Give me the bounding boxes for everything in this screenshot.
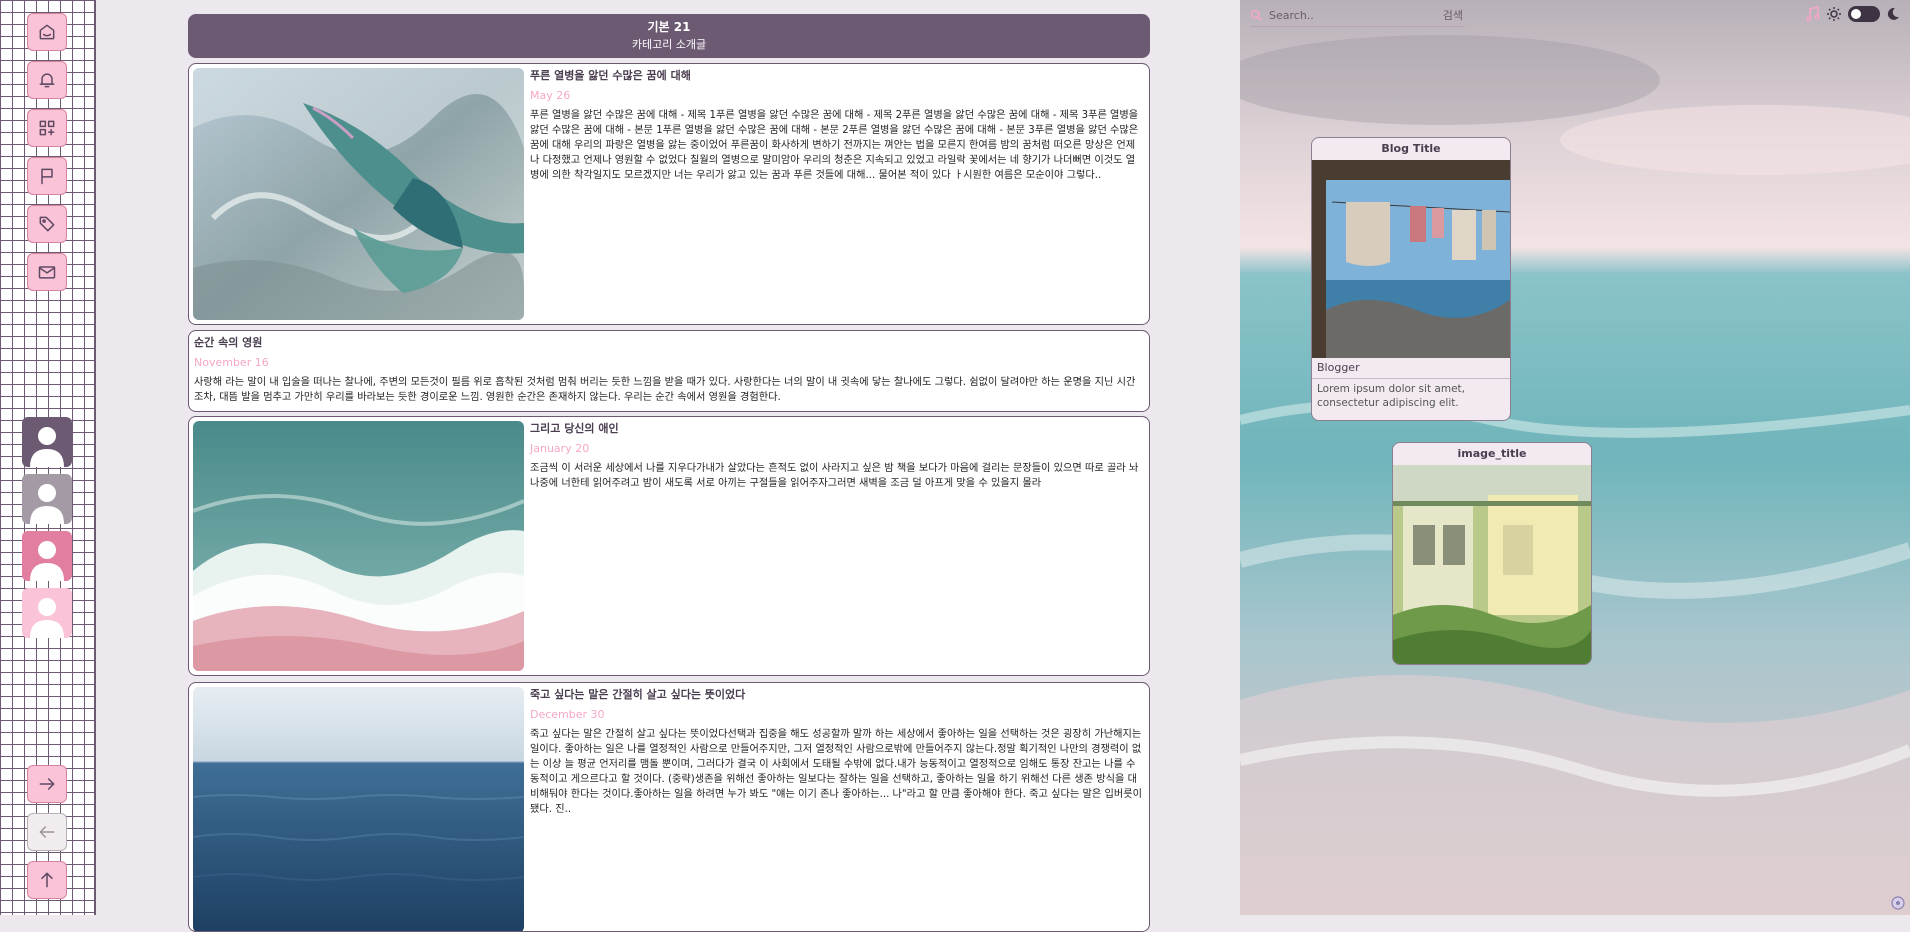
sun-icon[interactable] <box>1826 6 1842 22</box>
arrow-up-icon <box>41 872 53 888</box>
next-button[interactable] <box>27 765 67 803</box>
post-excerpt: 사랑해 라는 말이 내 입술을 떠나는 찰나에, 주변의 모든것이 필름 위로 … <box>194 377 1136 403</box>
post-date: November 16 <box>194 356 269 369</box>
post-thumbnail[interactable] <box>193 421 524 671</box>
avatar-1[interactable] <box>22 417 72 467</box>
search-icon <box>1250 9 1263 22</box>
post-thumbnail[interactable] <box>193 687 524 931</box>
abandoned-building-image <box>1393 465 1591 664</box>
tag-icon <box>39 216 55 232</box>
post-card[interactable]: 죽고 싶다는 말은 간절히 살고 싶다는 뜻이었다 December 30 죽고… <box>188 682 1150 932</box>
search-button[interactable]: 검색 <box>1443 7 1463 23</box>
blog-title[interactable]: Blog Title <box>1312 138 1510 160</box>
arrow-right-icon <box>39 778 55 790</box>
mail-button[interactable] <box>27 253 67 291</box>
right-panel: 검색 Blog Title Blogger Lorem ipsum dolor … <box>1240 0 1910 915</box>
category-title: 기본 21 <box>647 20 691 34</box>
blog-profile-widget: Blog Title Blogger Lorem ipsum dolor sit… <box>1311 137 1511 421</box>
post-card[interactable]: 푸른 열병을 앓던 수많은 꿈에 대해 May 26 푸른 열병을 앓던 수많은… <box>188 63 1150 325</box>
post-title[interactable]: 죽고 싶다는 말은 간절히 살고 싶다는 뜻이었다 <box>530 687 1143 703</box>
header-icons <box>1806 6 1900 22</box>
category-button[interactable] <box>27 109 67 147</box>
post-date: May 26 <box>530 89 571 102</box>
scroll-top-button[interactable] <box>27 861 67 899</box>
blogger-name: Blogger <box>1312 358 1510 379</box>
category-description: 카테고리 소개글 <box>631 38 707 51</box>
arrow-left-icon <box>39 826 55 838</box>
post-excerpt: 조금씩 이 서러운 세상에서 나를 지우다가내가 살았다는 흔적도 없이 사라지… <box>530 463 1139 489</box>
blog-description: Lorem ipsum dolor sit amet, consectetur … <box>1317 383 1465 409</box>
tag-button[interactable] <box>27 205 67 243</box>
ocean-horizon-image <box>193 687 524 931</box>
settings-icon[interactable] <box>1890 895 1906 911</box>
avatar-3[interactable] <box>22 531 72 581</box>
prev-button[interactable] <box>27 813 67 851</box>
guestbook-button[interactable] <box>27 157 67 195</box>
post-thumbnail[interactable] <box>193 68 524 320</box>
flag-icon <box>41 168 53 185</box>
home-button[interactable] <box>27 13 67 51</box>
post-card[interactable]: 순간 속의 영원 November 16 사랑해 라는 말이 내 입술을 떠나는… <box>188 330 1150 412</box>
grid-sidebar <box>0 0 96 915</box>
home-icon <box>39 24 55 40</box>
post-excerpt: 죽고 싶다는 말은 간절히 살고 싶다는 뜻이었다선택과 집중을 해도 성공할까… <box>530 729 1142 815</box>
post-card[interactable]: 그리고 당신의 애인 January 20 조금씩 이 서러운 세상에서 나를 … <box>188 416 1150 676</box>
post-date: December 30 <box>530 708 605 721</box>
notification-button[interactable] <box>27 61 67 99</box>
avatar-2[interactable] <box>22 474 72 524</box>
wave-beach-image <box>193 421 524 671</box>
post-title[interactable]: 그리고 당신의 애인 <box>530 421 1143 437</box>
laundry-window-image <box>1312 160 1510 358</box>
bell-icon <box>39 73 55 88</box>
music-icon[interactable] <box>1806 6 1820 22</box>
image-widget: image_title <box>1392 442 1592 665</box>
theme-toggle[interactable] <box>1848 6 1880 22</box>
search-input[interactable] <box>1269 8 1419 22</box>
mail-icon <box>38 266 56 279</box>
post-title[interactable]: 푸른 열병을 앓던 수많은 꿈에 대해 <box>530 68 1143 84</box>
image-title: image_title <box>1457 447 1527 460</box>
fish-underwater-image <box>193 68 524 320</box>
avatar-4[interactable] <box>22 588 72 638</box>
moon-icon[interactable] <box>1886 7 1900 21</box>
post-date: January 20 <box>530 442 590 455</box>
category-header: 기본 21 카테고리 소개글 <box>188 14 1150 58</box>
post-title[interactable]: 순간 속의 영원 <box>194 335 1143 351</box>
post-excerpt: 푸른 열병을 앓던 수많은 꿈에 대해 - 제목 1푸른 열병을 앓던 수많은 … <box>530 110 1139 181</box>
search-bar: 검색 <box>1250 4 1465 27</box>
grid-icon <box>39 120 55 136</box>
